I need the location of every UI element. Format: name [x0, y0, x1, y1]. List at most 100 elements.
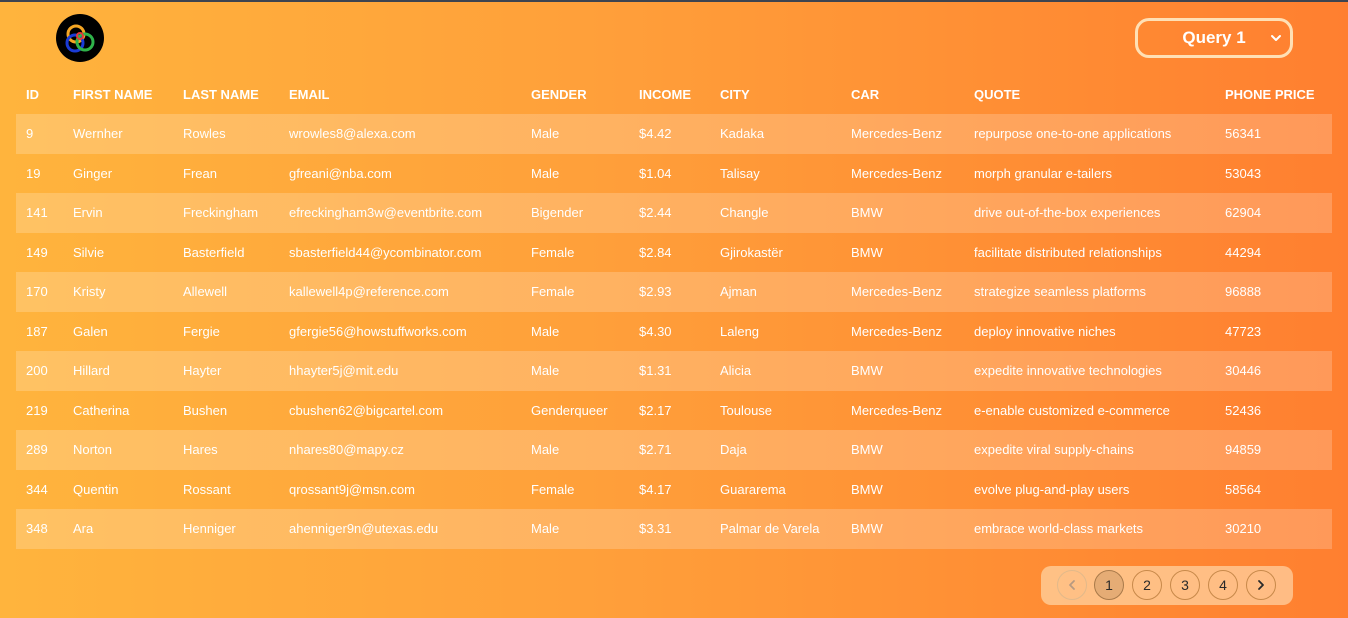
cell-phone-price: 52436 [1225, 402, 1262, 418]
table-row: 141 Ervin Freckingham efreckingham3w@eventb… [16, 193, 1332, 233]
chevron-left-icon [1069, 580, 1075, 590]
app-logo [56, 14, 104, 62]
cell-city: Talisay [720, 165, 760, 181]
cell-quote: repurpose one-to-one applications [974, 126, 1172, 142]
cell-gender: Male [531, 165, 560, 181]
cell-car: BMW [851, 244, 883, 260]
cell-id: 289 [26, 442, 48, 458]
column-header-car: CAR [851, 86, 880, 102]
page-button-4[interactable]: 4 [1208, 570, 1238, 600]
cell-income: $2.71 [639, 442, 672, 458]
cell-city: Laleng [720, 323, 760, 339]
top-bar: Query 1 [0, 2, 1348, 74]
chevron-right-icon [1258, 580, 1264, 590]
cell-quote: embrace world-class markets [974, 521, 1144, 537]
cell-id: 200 [26, 363, 48, 379]
cell-first-name: Hillard [73, 363, 110, 379]
cell-id: 141 [26, 205, 48, 221]
cell-phone-price: 30210 [1225, 521, 1262, 537]
table-header-row: ID FIRST NAME LAST NAME EMAIL GENDER INCOME CI… [16, 74, 1332, 114]
cell-city: Kadaka [720, 126, 765, 142]
column-header-email: EMAIL [289, 86, 330, 102]
cell-email: kallewell4p@reference.com [289, 284, 449, 300]
cell-last-name: Fergie [183, 323, 220, 339]
cell-id: 9 [26, 126, 34, 142]
cell-first-name: Silvie [73, 244, 105, 260]
cell-email: ahenniger9n@utexas.edu [289, 521, 439, 537]
cell-gender: Genderqueer [531, 402, 608, 418]
cell-gender: Bigender [531, 205, 584, 221]
cell-income: $1.31 [639, 363, 672, 379]
cell-phone-price: 56341 [1225, 126, 1262, 142]
cell-phone-price: 30446 [1225, 363, 1262, 379]
page-button-1[interactable]: 1 [1094, 570, 1124, 600]
table-row: 200 Hillard Hayter hhayter5j@mit.edu Male $1.… [16, 351, 1332, 391]
table-row: 219 Catherina Bushen cbushen62@bigcartel.co… [16, 391, 1332, 431]
column-header-income: INCOME [639, 86, 691, 102]
table-row: 289 Norton Hares nhares80@mapy.cz Male $2.71 D… [16, 430, 1332, 470]
cell-last-name: Allewell [183, 284, 228, 300]
query-select[interactable]: Query 1 [1135, 18, 1293, 58]
cell-gender: Male [531, 363, 560, 379]
column-header-first-name: FIRST NAME [73, 86, 153, 102]
cell-email: sbasterfield44@ycombinator.com [289, 244, 482, 260]
cell-last-name: Bushen [183, 402, 228, 418]
cell-car: BMW [851, 521, 883, 537]
table-row: 348 Ara Henniger ahenniger9n@utexas.edu Male… [16, 509, 1332, 549]
cell-income: $3.31 [639, 521, 672, 537]
cell-first-name: Ervin [73, 205, 103, 221]
next-page-button[interactable] [1246, 570, 1276, 600]
cell-city: Gjirokastër [720, 244, 783, 260]
cell-car: BMW [851, 442, 883, 458]
cell-phone-price: 44294 [1225, 244, 1262, 260]
query-select-value: Query 1 [1182, 28, 1246, 47]
cell-car: BMW [851, 363, 883, 379]
cell-gender: Female [531, 244, 575, 260]
page-button-2[interactable]: 2 [1132, 570, 1162, 600]
cell-quote: facilitate distributed relationships [974, 244, 1162, 260]
cell-city: Guararema [720, 481, 786, 497]
rings-logo-icon [65, 24, 95, 53]
cell-email: cbushen62@bigcartel.com [289, 402, 444, 418]
cell-first-name: Catherina [73, 402, 130, 418]
cell-city: Alicia [720, 363, 752, 379]
cell-email: nhares80@mapy.cz [289, 442, 404, 458]
cell-income: $2.93 [639, 284, 672, 300]
cell-city: Daja [720, 442, 747, 458]
cell-last-name: Hayter [183, 363, 222, 379]
data-table-container: ID FIRST NAME LAST NAME EMAIL GENDER INCOME CI… [16, 74, 1332, 549]
cell-phone-price: 62904 [1225, 205, 1262, 221]
table-row: 149 Silvie Basterfield sbasterfield44@ycomb… [16, 233, 1332, 273]
cell-id: 344 [26, 481, 48, 497]
cell-email: hhayter5j@mit.edu [289, 363, 399, 379]
cell-phone-price: 58564 [1225, 481, 1262, 497]
cell-last-name: Frean [183, 165, 217, 181]
cell-income: $1.04 [639, 165, 672, 181]
prev-page-button[interactable] [1057, 570, 1087, 600]
cell-income: $4.42 [639, 126, 672, 142]
cell-car: BMW [851, 481, 883, 497]
cell-quote: morph granular e-tailers [974, 165, 1113, 181]
column-header-phone-price: PHONE PRICE [1225, 86, 1315, 102]
cell-last-name: Freckingham [183, 205, 259, 221]
chevron-down-icon [1271, 35, 1281, 41]
cell-phone-price: 53043 [1225, 165, 1262, 181]
cell-gender: Male [531, 442, 560, 458]
table-row: 187 Galen Fergie gfergie56@howstuffworks.co… [16, 312, 1332, 352]
cell-last-name: Rossant [183, 481, 231, 497]
cell-phone-price: 94859 [1225, 442, 1262, 458]
cell-last-name: Hares [183, 442, 218, 458]
page-button-3[interactable]: 3 [1170, 570, 1200, 600]
cell-city: Changle [720, 205, 769, 221]
cell-gender: Male [531, 521, 560, 537]
page-number: 1 [1105, 577, 1113, 593]
cell-last-name: Henniger [183, 521, 236, 537]
cell-email: wrowles8@alexa.com [289, 126, 416, 142]
cell-email: gfreani@nba.com [289, 165, 392, 181]
cell-car: Mercedes-Benz [851, 165, 943, 181]
cell-first-name: Galen [73, 323, 108, 339]
cell-first-name: Ara [73, 521, 94, 537]
cell-income: $2.84 [639, 244, 672, 260]
table-body: 9 Wernher Rowles wrowles8@alexa.com Male $4.4… [16, 114, 1332, 549]
column-header-quote: QUOTE [974, 86, 1021, 102]
